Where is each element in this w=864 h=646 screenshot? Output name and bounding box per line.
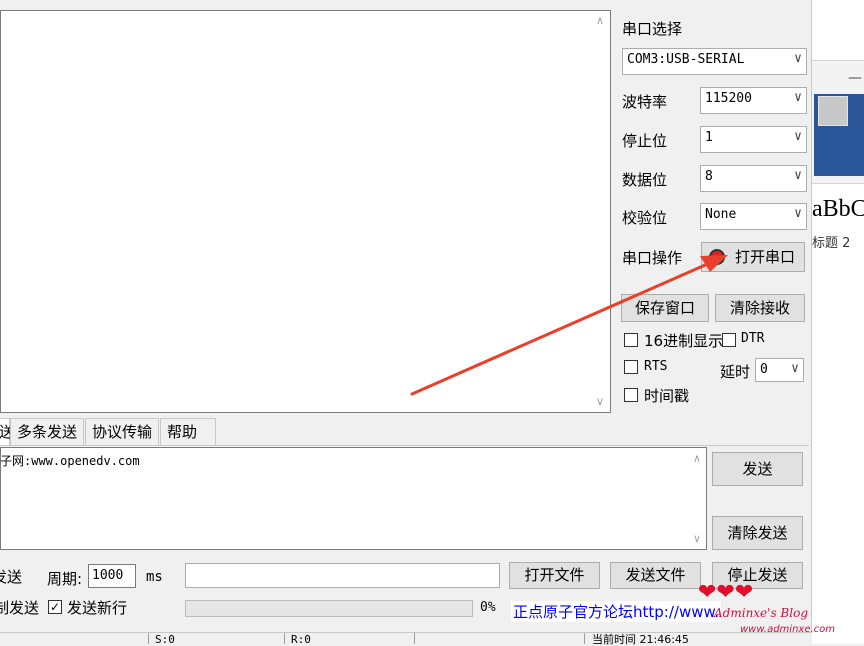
- annotation-arrow: [410, 255, 728, 396]
